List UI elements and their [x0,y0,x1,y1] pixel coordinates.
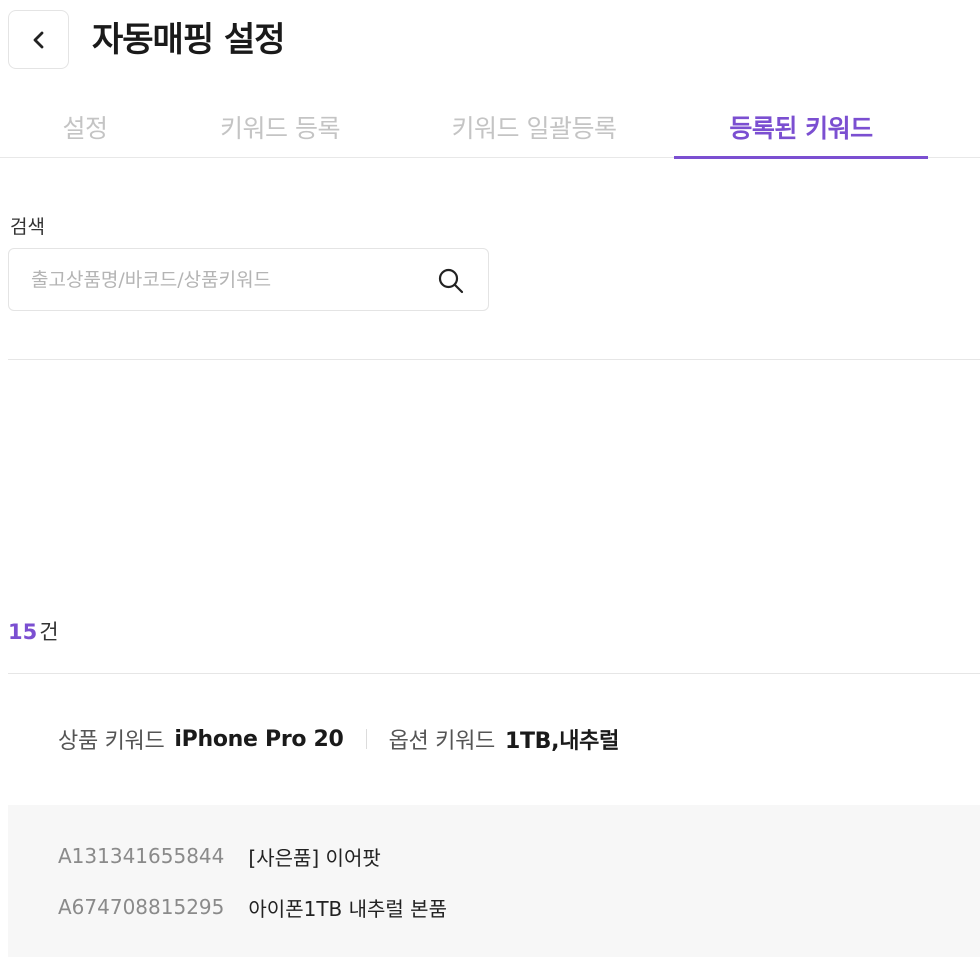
list-item: A674708815295 아이폰1TB 내추럴 본품 [58,892,447,922]
tab-keyword-bulk-register[interactable]: 키워드 일괄등록 [420,96,648,157]
keyword-separator [365,729,367,749]
result-count-unit: 건 [39,620,59,644]
search-input[interactable] [31,249,431,310]
tab-registered-keywords[interactable]: 등록된 키워드 [674,96,928,159]
tab-bar: 설정 키워드 등록 키워드 일괄등록 등록된 키워드 [0,96,980,159]
mapped-product-name: 아이폰1TB 내추럴 본품 [248,896,447,921]
list-divider [8,673,980,674]
section-divider [8,359,980,360]
search-icon[interactable] [436,266,466,296]
list-item: A131341655844 [사은품] 이어팟 [58,841,381,871]
chevron-left-icon [33,31,43,48]
keyword-entry-header[interactable]: 상품 키워드 iPhone Pro 20 옵션 키워드 1TB,내추럴 [58,722,619,756]
tab-keyword-register[interactable]: 키워드 등록 [170,96,390,157]
result-count: 15건 [8,617,59,647]
option-keyword-label: 옵션 키워드 [388,729,496,754]
mapped-product-code: A674708815295 [58,895,225,919]
mapped-product-name: [사은품] 이어팟 [248,845,381,870]
product-keyword-label: 상품 키워드 [58,729,165,754]
mapped-products-panel: A131341655844 [사은품] 이어팟 A674708815295 아이… [8,805,980,957]
page-title: 자동매핑 설정 [92,20,286,60]
tab-settings[interactable]: 설정 [14,96,156,157]
back-button[interactable] [8,10,69,69]
option-keyword-value: 1TB,내추럴 [504,729,620,754]
search-label: 검색 [10,216,45,238]
product-keyword-value: iPhone Pro 20 [174,726,344,752]
mapped-product-code: A131341655844 [58,844,225,868]
page-header: 자동매핑 설정 [0,0,980,84]
search-box [8,248,489,311]
result-count-number: 15 [8,620,38,644]
